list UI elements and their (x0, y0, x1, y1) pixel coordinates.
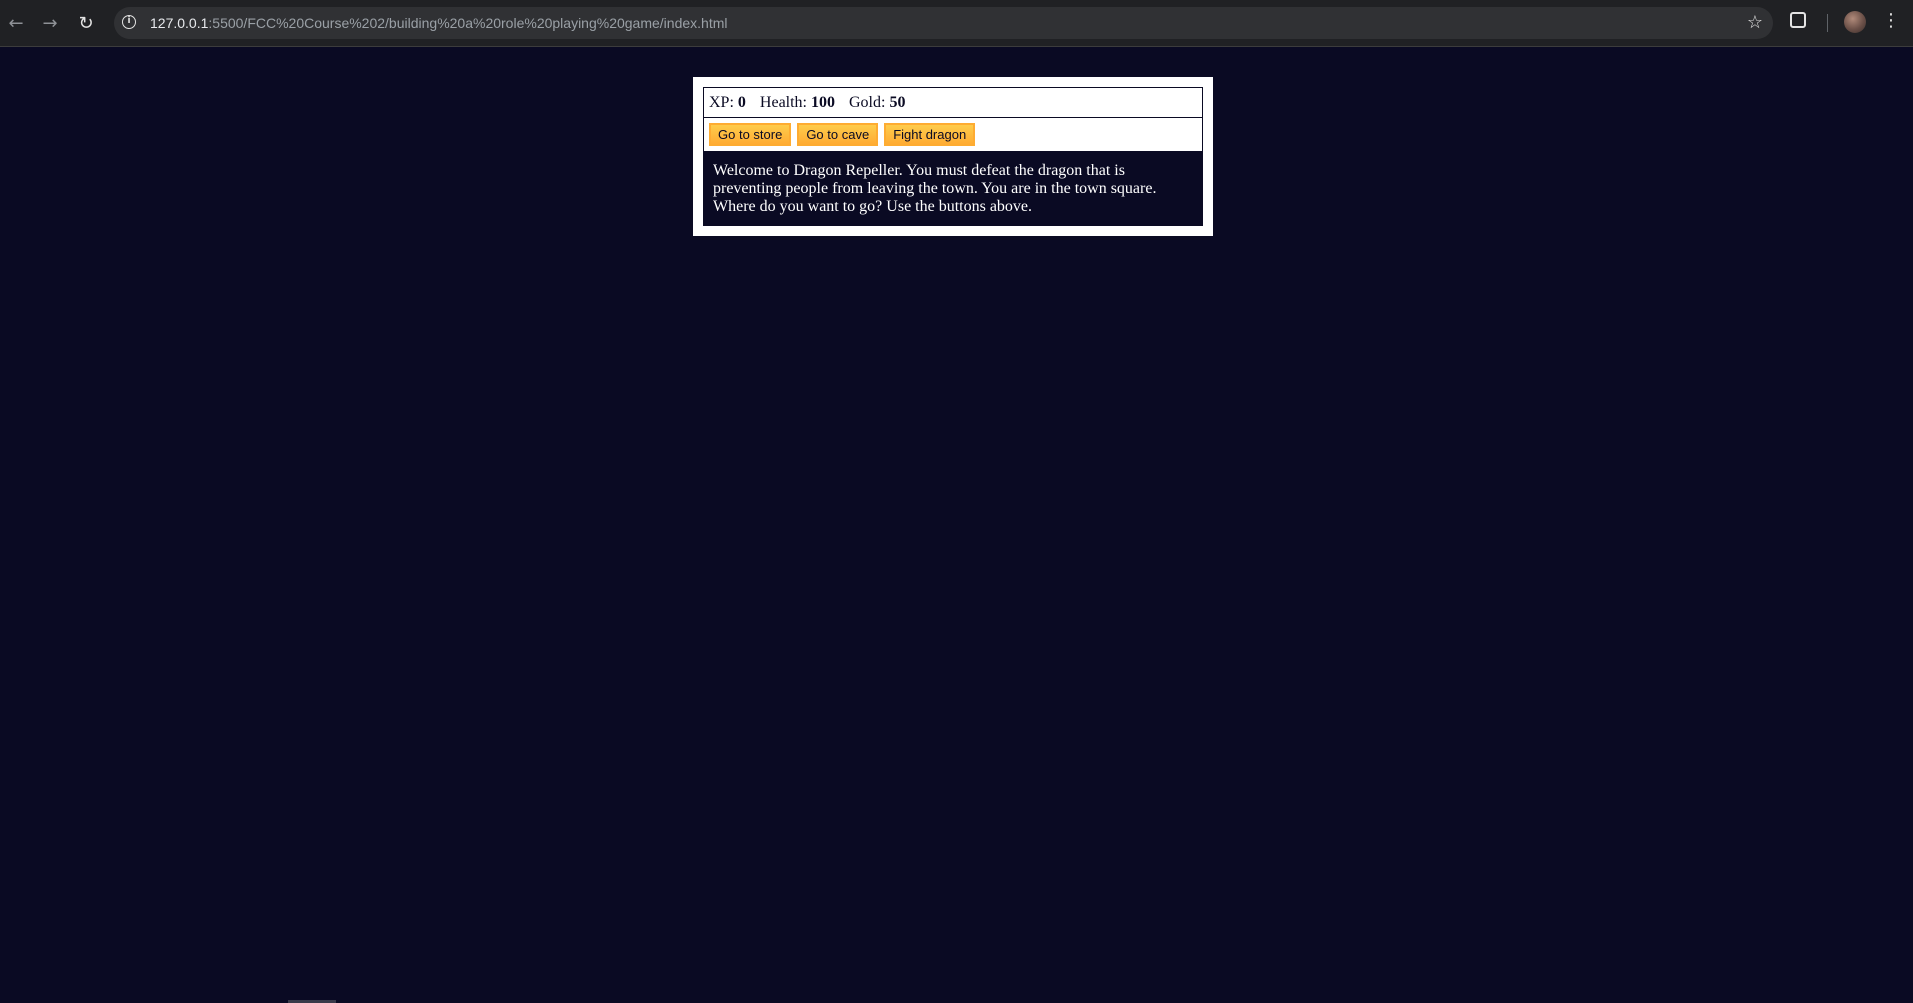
go-to-cave-button[interactable]: Go to cave (797, 123, 879, 146)
health-value: 100 (811, 94, 835, 111)
xp-value: 0 (737, 94, 746, 111)
xp-stat: XP: 0 (709, 94, 756, 111)
health-label: Health: (759, 94, 811, 111)
health-stat: Health: 100 (760, 94, 845, 111)
toolbar-divider (1827, 14, 1828, 32)
kebab-menu-icon[interactable]: ⋮ (1882, 10, 1900, 34)
forward-arrow-icon[interactable]: → (38, 11, 62, 35)
reload-icon[interactable]: ↻ (74, 11, 98, 35)
url-path: :5500/FCC%20Course%202/building%20a%20ro… (208, 15, 728, 31)
address-bar[interactable]: i 127.0.0.1:5500/FCC%20Course%202/buildi… (114, 7, 1773, 39)
info-icon[interactable]: i (122, 15, 136, 29)
xp-label: XP: (709, 94, 738, 111)
gold-value: 50 (889, 94, 906, 111)
extensions-icon[interactable] (1790, 12, 1806, 28)
fight-dragon-button[interactable]: Fight dragon (884, 123, 976, 146)
go-to-store-button[interactable]: Go to store (709, 123, 792, 146)
gold-label: Gold: (849, 94, 890, 111)
controls: Go to store Go to cave Fight dragon (703, 118, 1203, 152)
game-container: XP: 0 Health: 100 Gold: 50 Go to store G… (693, 77, 1213, 236)
star-icon[interactable]: ☆ (1747, 12, 1763, 33)
game-text: Welcome to Dragon Repeller. You must def… (703, 152, 1203, 226)
avatar[interactable] (1844, 11, 1866, 33)
url-text[interactable]: 127.0.0.1:5500/FCC%20Course%202/building… (150, 15, 728, 31)
back-arrow-icon[interactable]: ← (4, 11, 28, 35)
stats-bar: XP: 0 Health: 100 Gold: 50 (703, 87, 1203, 118)
browser-toolbar: ← → ↻ i 127.0.0.1:5500/FCC%20Course%202/… (0, 0, 1913, 47)
url-host: 127.0.0.1 (150, 15, 209, 31)
gold-stat: Gold: 50 (849, 94, 915, 111)
